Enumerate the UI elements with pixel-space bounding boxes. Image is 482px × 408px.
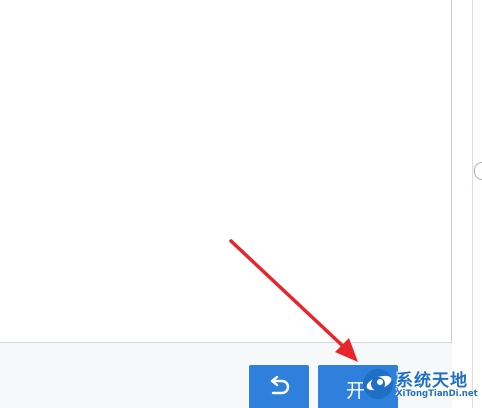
divider (472, 0, 473, 408)
undo-arrow-icon (270, 375, 290, 394)
right-side-strip (452, 0, 482, 408)
watermark-subtitle: XiTongTianDi.net (396, 389, 478, 399)
scrollbar-handle[interactable] (474, 162, 482, 180)
site-watermark: 系统天地 XiTongTianDi.net (360, 362, 482, 408)
watermark-title: 系统天地 (396, 371, 468, 391)
back-button[interactable] (249, 365, 309, 408)
globe-logo-icon (363, 369, 393, 399)
dialog-content-panel (0, 0, 452, 343)
app-window: 开 系统天地 XiTongTianDi.net (0, 0, 482, 408)
